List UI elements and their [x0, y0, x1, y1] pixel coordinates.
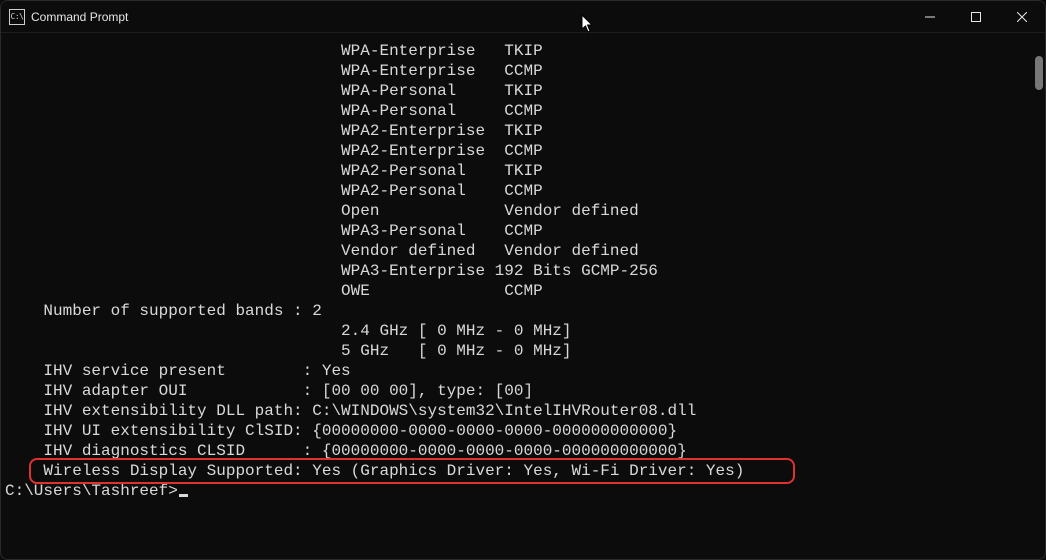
output-line: WPA-Enterprise CCMP	[5, 61, 1031, 81]
output-line: WPA2-Enterprise TKIP	[5, 121, 1031, 141]
output-line: Number of supported bands : 2	[5, 301, 1031, 321]
output-line: WPA3-Enterprise 192 Bits GCMP-256	[5, 261, 1031, 281]
vertical-scrollbar[interactable]	[1035, 40, 1043, 540]
output-line: WPA2-Personal CCMP	[5, 181, 1031, 201]
output-line: IHV UI extensibility ClSID: {00000000-00…	[5, 421, 1031, 441]
cmd-icon: C:\	[9, 9, 25, 25]
output-line: Open Vendor defined	[5, 201, 1031, 221]
output-line: IHV diagnostics CLSID : {00000000-0000-0…	[5, 441, 1031, 461]
output-line: Wireless Display Supported: Yes (Graphic…	[5, 461, 1031, 481]
output-line: WPA-Personal CCMP	[5, 101, 1031, 121]
output-line: WPA-Personal TKIP	[5, 81, 1031, 101]
maximize-button[interactable]	[953, 1, 999, 33]
close-button[interactable]	[999, 1, 1045, 33]
command-prompt-window: C:\ Command Prompt WPA-Enterprise TKIP	[0, 0, 1046, 560]
output-line: WPA2-Personal TKIP	[5, 161, 1031, 181]
output-line: WPA3-Personal CCMP	[5, 221, 1031, 241]
output-line: Vendor defined Vendor defined	[5, 241, 1031, 261]
output-line: WPA2-Enterprise CCMP	[5, 141, 1031, 161]
text-cursor	[179, 494, 188, 497]
output-line: IHV adapter OUI : [00 00 00], type: [00]	[5, 381, 1031, 401]
minimize-button[interactable]	[907, 1, 953, 33]
output-line: IHV service present : Yes	[5, 361, 1031, 381]
close-icon	[1017, 12, 1027, 22]
titlebar[interactable]: C:\ Command Prompt	[1, 1, 1045, 33]
output-line: 2.4 GHz [ 0 MHz - 0 MHz]	[5, 321, 1031, 341]
output-line: 5 GHz [ 0 MHz - 0 MHz]	[5, 341, 1031, 361]
scrollbar-thumb[interactable]	[1035, 56, 1043, 90]
minimize-icon	[925, 12, 935, 22]
terminal-output[interactable]: WPA-Enterprise TKIP WPA-Enterprise CCMP …	[1, 33, 1045, 559]
output-line: OWE CCMP	[5, 281, 1031, 301]
maximize-icon	[971, 12, 981, 22]
window-title: Command Prompt	[31, 10, 128, 24]
output-line: C:\Users\Tashreef>	[5, 481, 1031, 501]
output-line: WPA-Enterprise TKIP	[5, 41, 1031, 61]
output-line: IHV extensibility DLL path: C:\WINDOWS\s…	[5, 401, 1031, 421]
